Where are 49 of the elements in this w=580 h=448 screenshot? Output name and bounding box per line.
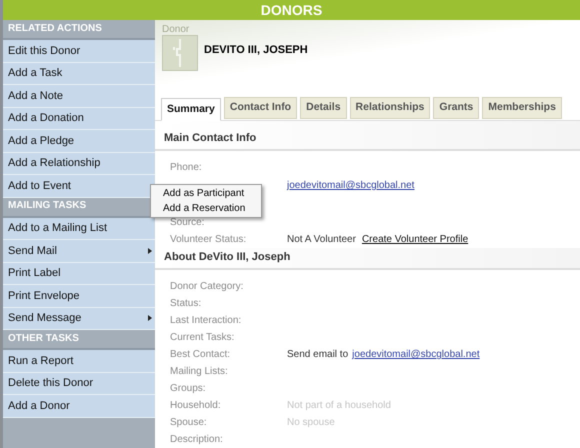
sidebar-item[interactable]: Run a Report	[3, 350, 155, 372]
sidebar-item[interactable]: Add a Donation	[3, 108, 155, 130]
sidebar-item[interactable]: Add a Relationship	[3, 152, 155, 175]
record-name: DEVITO III, JOSEPH	[204, 43, 308, 58]
field-label: Spouse:	[170, 416, 208, 430]
email-link[interactable]: joedevitomail@sbcglobal.net	[352, 347, 480, 362]
tab[interactable]: Summary	[161, 98, 221, 121]
sidebar-item[interactable]: Edit this Donor	[3, 40, 155, 62]
sidebar-item[interactable]: Add to Event	[3, 175, 155, 198]
sidebar-item[interactable]: Add to a Mailing List	[3, 218, 155, 240]
field-label: Mailing Lists:	[170, 365, 229, 379]
create-profile-link[interactable]: Create Volunteer Profile	[362, 232, 468, 247]
sidebar-item[interactable]: Delete this Donor	[3, 372, 155, 395]
tab[interactable]: Contact Info	[224, 97, 298, 119]
sidebar-item[interactable]: Print Label	[3, 262, 155, 285]
field-label: Volunteer Status:	[170, 233, 248, 247]
field-label: Phone:	[170, 161, 203, 175]
sidebar-item[interactable]: Print Envelope	[3, 285, 155, 308]
tab[interactable]: Details	[300, 97, 347, 119]
submenu-arrow-icon	[148, 248, 152, 254]
field-label: Source:	[170, 216, 206, 230]
sidebar-item[interactable]: Add a Task	[3, 62, 155, 85]
sidebar-item[interactable]: Add a Pledge	[3, 130, 155, 152]
record-type-label: Donor	[162, 24, 190, 35]
field-label: Description:	[170, 433, 224, 447]
tab[interactable]: Relationships	[350, 97, 430, 119]
sidebar-item[interactable]: Add a Donor	[3, 395, 155, 418]
field-label: Best Contact:	[170, 348, 232, 362]
sidebar-item[interactable]: Add a Note	[3, 85, 155, 108]
field-label: Donor Category:	[170, 280, 244, 294]
page-title: DONORS	[260, 3, 322, 17]
section-title: Main Contact Info	[155, 121, 580, 151]
field-label: Last Interaction:	[170, 314, 242, 328]
tab[interactable]: Grants	[433, 97, 480, 119]
field-label: Status:	[170, 297, 202, 311]
field-label: Groups:	[170, 382, 207, 396]
tab[interactable]: Memberships	[482, 97, 562, 119]
field-value: Send email to	[287, 348, 348, 362]
field-value: Not part of a household	[287, 399, 391, 413]
field-label: Household:	[170, 399, 222, 413]
field-label: Current Tasks:	[170, 331, 236, 345]
submenu-arrow-icon	[148, 315, 152, 322]
sidebar-item[interactable]: Send Message	[3, 308, 155, 330]
email-link[interactable]: joedevitomail@sbcglobal.net	[287, 178, 414, 193]
field-value: No spouse	[287, 416, 335, 430]
sidebar-item[interactable]: Send Mail	[3, 240, 155, 262]
field-value: Not A Volunteer	[287, 233, 356, 247]
section-title: About DeVito III, Joseph	[155, 248, 580, 270]
avatar-placeholder-icon	[162, 35, 198, 71]
